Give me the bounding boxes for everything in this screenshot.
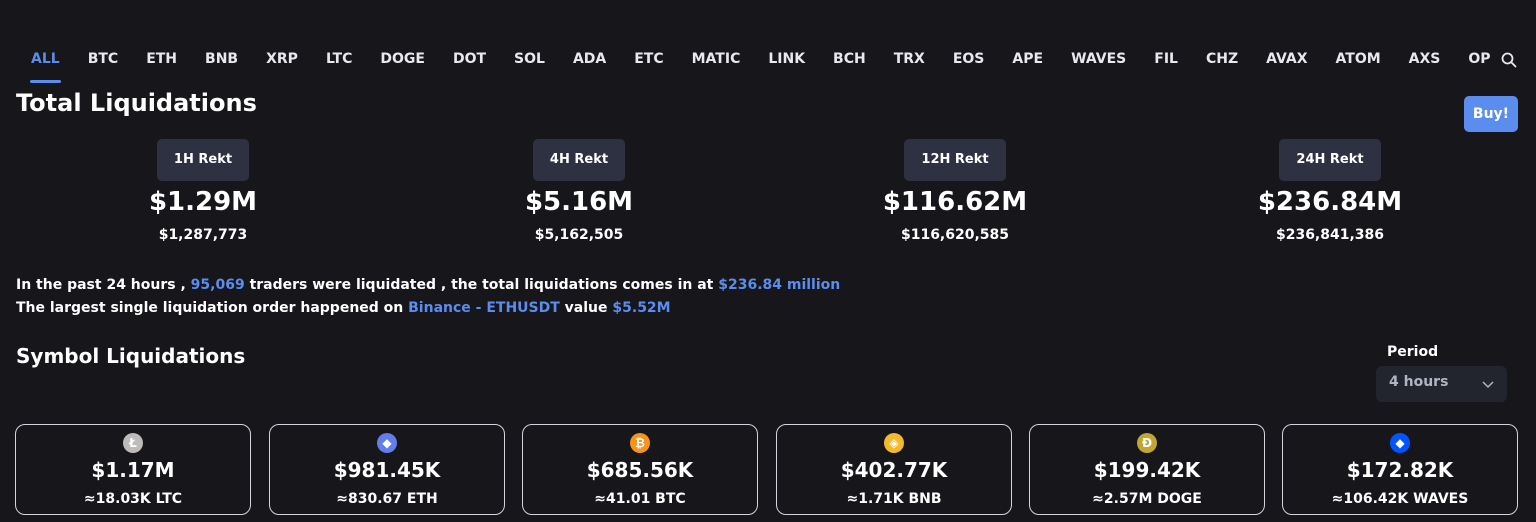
- rekt-value: $116.62M: [882, 187, 1028, 217]
- litecoin-icon: Ł: [123, 433, 143, 453]
- period-value: 4 hours: [1389, 374, 1449, 390]
- tab-matic[interactable]: MATIC: [692, 44, 741, 67]
- bitcoin-icon: ₿: [630, 433, 650, 453]
- tab-op[interactable]: OP: [1468, 44, 1490, 67]
- tab-trx[interactable]: TRX: [894, 44, 925, 67]
- total-liquidations: $236.84 million: [718, 277, 841, 293]
- rekt-exact-value: $5,162,505: [534, 227, 624, 243]
- tab-all[interactable]: ALL: [30, 44, 61, 83]
- tab-chz[interactable]: CHZ: [1206, 44, 1238, 67]
- tab-bnb[interactable]: BNB: [205, 44, 238, 67]
- symbol-card[interactable]: ◆ $172.82K ≈106.42K WAVES: [1282, 424, 1518, 515]
- rekt-card-4h: 4H Rekt $5.16M $5,162,505: [479, 139, 679, 245]
- rekt-value: $1.29M: [148, 187, 258, 217]
- rekt-exact-value: $236,841,386: [1275, 227, 1385, 243]
- tab-eos[interactable]: EOS: [953, 44, 985, 67]
- symbol-card[interactable]: Ð $199.42K ≈2.57M DOGE: [1029, 424, 1265, 515]
- symbol-value: $1.17M: [91, 458, 175, 482]
- dogecoin-icon: Ð: [1137, 433, 1157, 453]
- tab-link[interactable]: LINK: [768, 44, 805, 67]
- largest-order-value: $5.52M: [612, 300, 671, 316]
- symbol-card[interactable]: Ł $1.17M ≈18.03K LTC: [15, 424, 251, 515]
- rekt-value: $236.84M: [1257, 187, 1403, 217]
- symbol-amount: ≈106.42K WAVES: [1331, 491, 1469, 507]
- tab-bch[interactable]: BCH: [833, 44, 866, 67]
- rekt-card-12h: 12H Rekt $116.62M $116,620,585: [855, 139, 1055, 245]
- rekt-label: 24H Rekt: [1279, 139, 1381, 181]
- rekt-card-1h: 1H Rekt $1.29M $1,287,773: [103, 139, 303, 245]
- symbol-value: $172.82K: [1346, 458, 1454, 482]
- waves-icon: ◆: [1390, 433, 1410, 453]
- bnb-icon: ◈: [884, 433, 904, 453]
- summary-line-1: In the past 24 hours , 95,069 traders we…: [16, 274, 840, 297]
- symbol-value: $199.42K: [1093, 458, 1201, 482]
- tab-xrp[interactable]: XRP: [266, 44, 298, 67]
- summary-line-2: The largest single liquidation order hap…: [16, 297, 840, 320]
- tab-avax[interactable]: AVAX: [1266, 44, 1307, 67]
- symbol-value: $402.77K: [840, 458, 948, 482]
- summary-text: The largest single liquidation order hap…: [16, 300, 409, 316]
- tab-ltc[interactable]: LTC: [326, 44, 352, 67]
- symbol-card[interactable]: ₿ $685.56K ≈41.01 BTC: [522, 424, 758, 515]
- tab-sol[interactable]: SOL: [514, 44, 545, 67]
- tab-ape[interactable]: APE: [1012, 44, 1043, 67]
- tab-ada[interactable]: ADA: [573, 44, 606, 67]
- rekt-exact-value: $116,620,585: [900, 227, 1010, 243]
- period-select[interactable]: 4 hours: [1376, 366, 1507, 402]
- rekt-label: 4H Rekt: [532, 139, 626, 181]
- summary-text: value: [559, 300, 613, 316]
- symbol-amount: ≈830.67 ETH: [336, 491, 438, 507]
- rekt-value: $5.16M: [524, 187, 634, 217]
- tab-etc[interactable]: ETC: [634, 44, 663, 67]
- summary-text: traders were liquidated , the total liqu…: [244, 277, 719, 293]
- symbol-card[interactable]: ◆ $981.45K ≈830.67 ETH: [269, 424, 505, 515]
- symbol-tabs: ALL BTC ETH BNB XRP LTC DOGE DOT SOL ADA ETC MATIC L…: [0, 44, 1500, 86]
- symbol-amount: ≈1.71K BNB: [846, 491, 942, 507]
- chevron-down-icon: [1482, 381, 1494, 389]
- tab-eth[interactable]: ETH: [146, 44, 177, 67]
- page-title: Total Liquidations: [16, 89, 257, 117]
- tab-doge[interactable]: DOGE: [380, 44, 425, 67]
- rekt-card-24h: 24H Rekt $236.84M $236,841,386: [1230, 139, 1430, 245]
- tab-atom[interactable]: ATOM: [1336, 44, 1381, 67]
- rekt-label: 12H Rekt: [904, 139, 1006, 181]
- tab-fil[interactable]: FIL: [1154, 44, 1178, 67]
- period-label: Period: [1387, 344, 1439, 360]
- ethereum-icon: ◆: [377, 433, 397, 453]
- symbol-card[interactable]: ◈ $402.77K ≈1.71K BNB: [776, 424, 1012, 515]
- summary-text: In the past 24 hours ,: [16, 277, 191, 293]
- traders-count: 95,069: [190, 277, 245, 293]
- symbol-amount: ≈2.57M DOGE: [1092, 491, 1202, 507]
- symbol-amount: ≈41.01 BTC: [594, 491, 686, 507]
- section-title: Symbol Liquidations: [16, 344, 246, 368]
- liquidation-summary: In the past 24 hours , 95,069 traders we…: [16, 274, 840, 320]
- symbol-value: $981.45K: [333, 458, 441, 482]
- tab-waves[interactable]: WAVES: [1071, 44, 1126, 67]
- tab-dot[interactable]: DOT: [453, 44, 486, 67]
- rekt-exact-value: $1,287,773: [158, 227, 248, 243]
- tab-axs[interactable]: AXS: [1409, 44, 1441, 67]
- search-icon[interactable]: [1500, 51, 1518, 69]
- tab-btc[interactable]: BTC: [88, 44, 119, 67]
- buy-button[interactable]: Buy!: [1464, 96, 1518, 132]
- largest-order-link[interactable]: Binance - ETHUSDT: [408, 300, 560, 316]
- rekt-label: 1H Rekt: [156, 139, 250, 181]
- symbol-value: $685.56K: [586, 458, 694, 482]
- symbol-amount: ≈18.03K LTC: [83, 491, 183, 507]
